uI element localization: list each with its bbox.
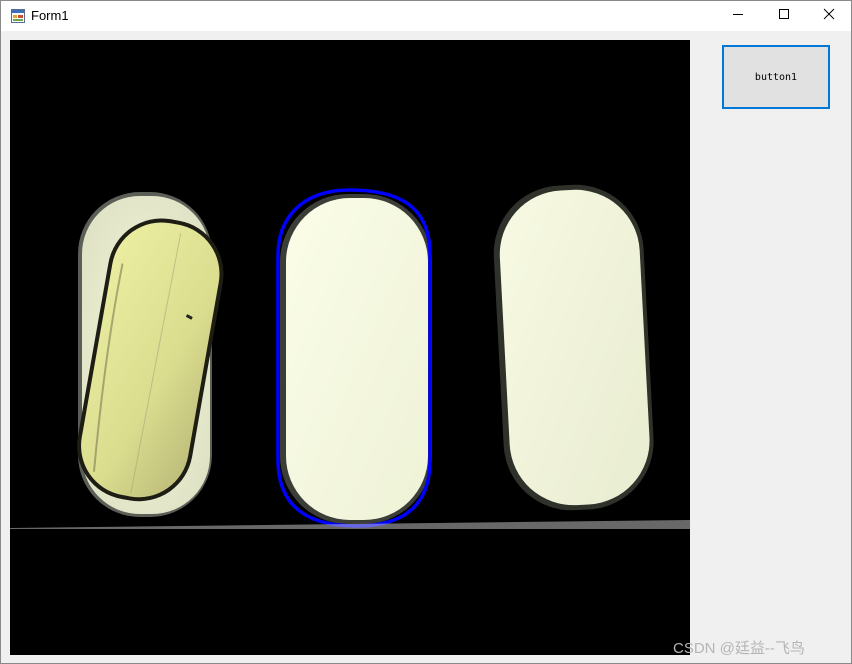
close-icon [823,7,835,25]
title-bar[interactable]: Form1 [1,1,851,31]
capsule-image [10,40,690,655]
watermark-text: CSDN @廷益--飞鸟 [673,640,805,657]
right-capsule [493,184,654,511]
left-capsule [77,192,224,517]
winforms-app-icon[interactable] [11,9,25,23]
maximize-icon [778,7,790,25]
picture-box [10,40,690,655]
close-button[interactable] [806,1,851,31]
minimize-icon [732,7,744,25]
middle-capsule [280,194,432,524]
window-title: Form1 [31,8,69,23]
form-window: Form1 button1 CSDN @廷益--飞鸟 [0,0,852,664]
minimize-button[interactable] [715,1,761,31]
button1[interactable]: button1 [722,45,830,109]
maximize-button[interactable] [761,1,807,31]
